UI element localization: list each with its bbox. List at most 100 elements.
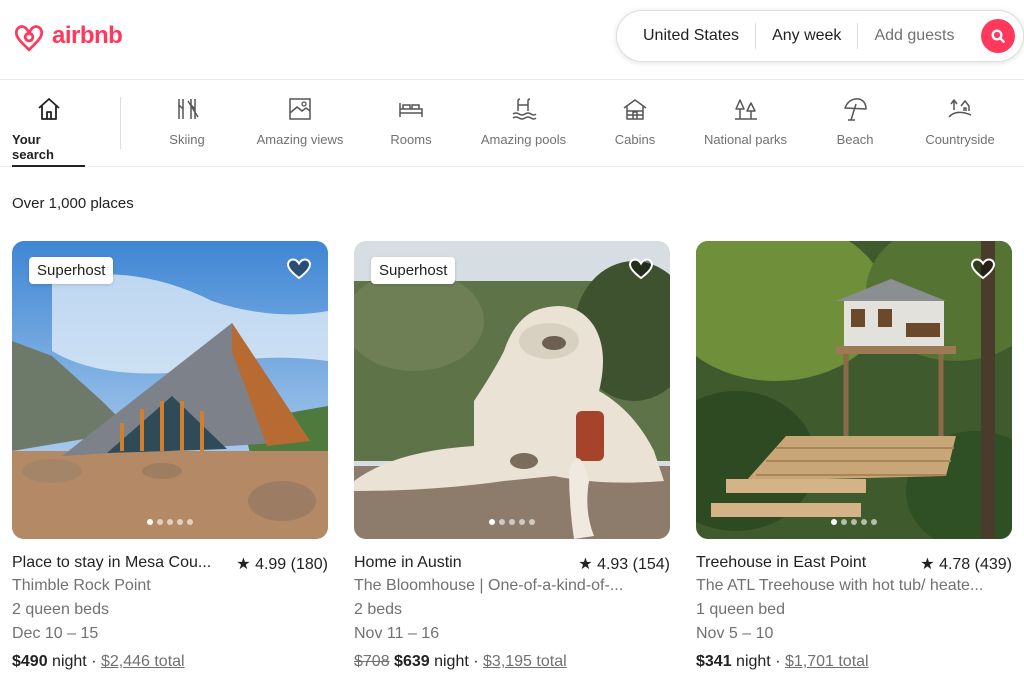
listing-dates: Nov 5 – 10 [696,625,774,642]
price-unit: night [434,653,469,670]
treehouse-photo [696,241,1012,539]
dot [157,519,163,525]
heart-icon[interactable] [286,257,312,281]
category-label: Amazing views [256,132,344,147]
listing-title: Place to stay in Mesa Cou... [12,554,212,571]
total-price-link[interactable]: $3,195 total [483,653,567,670]
photo-dots[interactable] [147,519,193,525]
airbnb-logo[interactable]: airbnb [12,18,123,54]
price-value: $639 [394,653,430,670]
pool-icon [512,98,537,120]
skiing-icon [178,99,199,119]
bloomhouse-photo [354,241,670,539]
airbnb-logo-icon [14,25,44,52]
dot [841,519,847,525]
listing-price: $341 night · $1,701 total [696,653,869,670]
price-unit: night [736,653,771,670]
dot [177,519,183,525]
rating-value: 4.78 (439) [939,556,1012,573]
photo-dots[interactable] [489,519,535,525]
heart-icon[interactable] [628,257,654,281]
dot [167,519,173,525]
listing-rating: ★ 4.93 (154) [578,554,670,574]
listing-subtitle: The ATL Treehouse with hot tub/ heate... [696,577,984,594]
rating-value: 4.93 (154) [597,556,670,573]
listing-dates: Nov 11 – 16 [354,625,440,642]
dot [529,519,535,525]
listing-price: $708 $639 night · $3,195 total [354,653,567,670]
listing-rating: ★ 4.78 (439) [920,554,1012,574]
listing-photo[interactable]: Superhost [354,241,670,539]
dot [489,519,495,525]
listing-card[interactable]: Superhost Home in Austin ★ 4.93 (154) Th… [354,241,670,670]
search-icon [991,29,1005,43]
star-icon: ★ [236,556,251,573]
location-field[interactable]: United States [627,23,755,49]
cabin-icon [623,99,647,120]
listing-price: $490 night · $2,446 total [12,653,185,670]
superhost-badge: Superhost [29,257,114,284]
dot [871,519,877,525]
total-price-link[interactable]: $1,701 total [785,653,869,670]
category-bar: Your search Skiing Amazing views Rooms A… [0,81,1024,167]
category-cabins[interactable]: Cabins [612,95,658,167]
heart-icon[interactable] [970,257,996,281]
framed-view-icon [289,98,311,120]
listing-beds: 1 queen bed [696,601,785,618]
category-label: Skiing [169,132,205,147]
dot [861,519,867,525]
listing-photo[interactable] [696,241,1012,539]
category-amazing-pools[interactable]: Amazing pools [477,95,570,167]
category-national-parks[interactable]: National parks [700,95,791,167]
category-rooms[interactable]: Rooms [388,95,434,167]
house-icon [37,98,60,120]
category-beach[interactable]: Beach [834,95,876,167]
listing-title: Treehouse in East Point [696,554,867,571]
results-count: Over 1,000 places [12,195,134,212]
category-amazing-views[interactable]: Amazing views [252,95,348,167]
category-label: Your search [12,132,54,162]
dot [519,519,525,525]
dot [831,519,837,525]
star-icon: ★ [920,556,935,573]
a-frame-cabin-photo [12,241,328,539]
listing-card[interactable]: Superhost Place to stay in Mesa Cou... ★… [12,241,328,670]
original-price: $708 [354,653,390,670]
dot [187,519,193,525]
category-countryside[interactable]: Countryside [920,95,1000,167]
listing-dates: Dec 10 – 15 [12,625,99,642]
umbrella-icon [844,98,867,121]
category-separator [120,97,121,149]
star-icon: ★ [578,556,593,573]
category-label: National parks [703,132,788,147]
price-unit: night [52,653,87,670]
guests-field[interactable]: Add guests [858,23,970,49]
listing-card[interactable]: Treehouse in East Point ★ 4.78 (439) The… [696,241,1012,670]
listing-photo[interactable]: Superhost [12,241,328,539]
week-field[interactable]: Any week [756,23,857,49]
listing-beds: 2 queen beds [12,601,109,618]
search-button[interactable] [981,19,1015,53]
listing-subtitle: The Bloomhouse | One-of-a-kind-of-... [354,577,624,594]
search-bar[interactable]: United States Any week Add guests [616,10,1024,62]
bed-icon [399,103,423,117]
total-price-link[interactable]: $2,446 total [101,653,185,670]
category-skiing[interactable]: Skiing [164,95,210,167]
superhost-badge: Superhost [371,257,456,284]
listing-beds: 2 beds [354,601,403,618]
dot [851,519,857,525]
rating-value: 4.99 (180) [255,556,328,573]
photo-dots[interactable] [831,519,877,525]
category-label: Rooms [390,132,432,147]
dot [509,519,515,525]
countryside-icon [948,99,972,118]
category-label: Countryside [925,132,995,147]
price-value: $490 [12,653,48,670]
brand-name: airbnb [52,22,123,49]
category-label: Amazing pools [480,132,567,147]
category-label: Beach [836,132,874,147]
top-header: airbnb United States Any week Add guests [0,0,1024,80]
price-value: $341 [696,653,732,670]
listing-subtitle: Thimble Rock Point [12,577,151,594]
category-your-search[interactable]: Your search [12,95,85,167]
